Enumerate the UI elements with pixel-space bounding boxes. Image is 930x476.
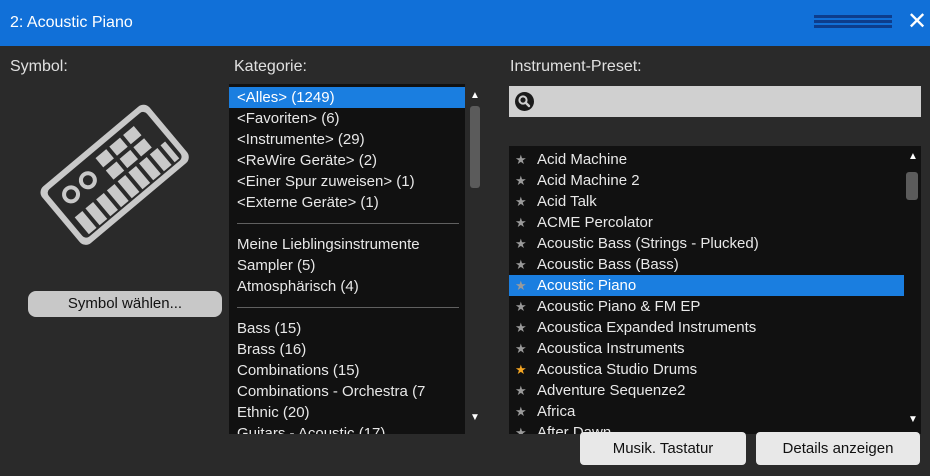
preset-item-label: Acoustica Studio Drums (537, 361, 698, 378)
preset-item[interactable]: ★ Acoustica Instruments (509, 338, 904, 359)
preset-item-label: Acid Machine 2 (537, 172, 640, 189)
category-item[interactable]: Combinations - Orchestra (7 (229, 381, 465, 402)
star-icon[interactable]: ★ (515, 191, 527, 212)
star-icon[interactable]: ★ (515, 149, 527, 170)
show-details-button[interactable]: Details anzeigen (756, 432, 920, 465)
preset-item[interactable]: ★ Acoustic Piano & FM EP (509, 296, 904, 317)
preset-item-label: Acid Talk (537, 193, 597, 210)
choose-symbol-button[interactable]: Symbol wählen... (28, 291, 222, 317)
star-icon[interactable]: ★ (515, 275, 527, 296)
star-icon[interactable]: ★ (515, 317, 527, 338)
category-item[interactable]: <Instrumente> (29) (229, 129, 465, 150)
star-icon[interactable]: ★ (515, 170, 527, 191)
preset-scrollbar-thumb[interactable] (906, 172, 918, 200)
preset-dialog: 2: Acoustic Piano ✕ Symbol: Kategorie: I… (0, 0, 930, 476)
category-scroll-up-icon[interactable]: ▲ (468, 90, 482, 101)
close-icon[interactable]: ✕ (905, 9, 929, 35)
preset-item[interactable]: ★ Acid Machine 2 (509, 170, 904, 191)
preset-item-label: Acid Machine (537, 151, 628, 168)
preset-item-label: Acoustic Piano (537, 277, 637, 294)
preset-item-label: Africa (537, 403, 576, 420)
preset-item-label: Acoustica Expanded Instruments (537, 319, 757, 336)
category-item[interactable]: Brass (16) (229, 339, 465, 360)
preset-item-label: Acoustica Instruments (537, 340, 685, 357)
preset-item[interactable]: ★ Acoustic Bass (Strings - Plucked) (509, 233, 904, 254)
preset-item[interactable]: ★ Acid Talk (509, 191, 904, 212)
category-item[interactable]: Ethnic (20) (229, 402, 465, 423)
category-item[interactable]: Bass (15) (229, 318, 465, 339)
star-icon[interactable]: ★ (515, 233, 527, 254)
preset-item-label: Adventure Sequenze2 (537, 382, 686, 399)
category-item[interactable]: <Einer Spur zuweisen> (1) (229, 171, 465, 192)
preset-scroll-up-icon[interactable]: ▲ (906, 151, 920, 162)
star-icon[interactable]: ★ (515, 422, 527, 434)
preset-item[interactable]: ★ Africa (509, 401, 904, 422)
category-separator (237, 307, 459, 308)
meter-widget (814, 13, 892, 31)
preset-item[interactable]: ★ ACME Percolator (509, 212, 904, 233)
preset-item-label: ACME Percolator (537, 214, 653, 231)
category-item[interactable]: Guitars - Acoustic (17) (229, 423, 465, 434)
symbol-label: Symbol: (10, 58, 68, 75)
star-icon[interactable]: ★ (515, 401, 527, 422)
star-icon[interactable]: ★ (515, 359, 527, 380)
category-item[interactable]: <Favoriten> (6) (229, 108, 465, 129)
window-title: 2: Acoustic Piano (10, 14, 133, 31)
category-item[interactable]: Meine Lieblingsinstrumente (229, 234, 465, 255)
preset-item[interactable]: ★ Acoustic Bass (Bass) (509, 254, 904, 275)
category-item[interactable]: Sampler (5) (229, 255, 465, 276)
preset-item[interactable]: ★ Acid Machine (509, 149, 904, 170)
star-icon[interactable]: ★ (515, 380, 527, 401)
star-icon[interactable]: ★ (515, 296, 527, 317)
title-bar[interactable]: 2: Acoustic Piano ✕ (0, 0, 930, 46)
preset-list[interactable]: ★ Acid Machine ★ Acid Machine 2 ★ Acid Talk… (509, 146, 921, 434)
preset-label: Instrument-Preset: (510, 58, 642, 75)
music-keyboard-button[interactable]: Musik. Tastatur (580, 432, 746, 465)
category-item[interactable]: <Externe Geräte> (1) (229, 192, 465, 213)
keyboard-synth-icon (26, 86, 202, 262)
category-scrollbar-thumb[interactable] (470, 106, 480, 188)
category-item[interactable]: <Alles> (1249) (229, 87, 465, 108)
preset-item[interactable]: ★ Acoustica Expanded Instruments (509, 317, 904, 338)
category-item[interactable]: Atmosphärisch (4) (229, 276, 465, 297)
preset-item[interactable]: ★ Adventure Sequenze2 (509, 380, 904, 401)
category-item[interactable]: Combinations (15) (229, 360, 465, 381)
preset-item-label: Acoustic Bass (Bass) (537, 256, 679, 273)
category-separator (237, 223, 459, 224)
category-item[interactable]: <ReWire Geräte> (2) (229, 150, 465, 171)
magnifier-icon (515, 92, 534, 111)
star-icon[interactable]: ★ (515, 254, 527, 275)
star-icon[interactable]: ★ (515, 212, 527, 233)
preset-item[interactable]: ★ Acoustica Studio Drums (509, 359, 904, 380)
category-list[interactable]: <Alles> (1249) <Favoriten> (6) <Instrume… (229, 84, 465, 434)
preset-search-input[interactable] (509, 86, 921, 117)
preset-item-label: Acoustic Piano & FM EP (537, 298, 701, 315)
star-icon[interactable]: ★ (515, 338, 527, 359)
category-label: Kategorie: (234, 58, 307, 75)
category-scroll-down-icon[interactable]: ▼ (468, 412, 482, 423)
preset-item-selected[interactable]: ★ Acoustic Piano (509, 275, 904, 296)
preset-scroll-down-icon[interactable]: ▼ (906, 414, 920, 425)
preset-item-label: Acoustic Bass (Strings - Plucked) (537, 235, 759, 252)
